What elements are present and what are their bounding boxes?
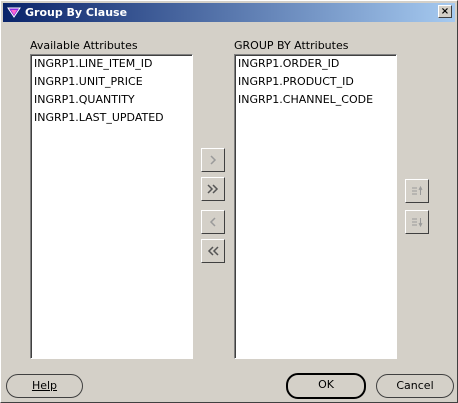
list-item[interactable]: INGRP1.CHANNEL_CODE	[235, 91, 396, 109]
dialog-window: Group By Clause × Available Attributes I…	[0, 0, 458, 403]
remove-selected-button[interactable]	[201, 210, 225, 234]
cancel-button-label: Cancel	[396, 379, 434, 392]
ok-button-label: OK	[318, 378, 334, 391]
chevron-right-icon	[210, 155, 217, 165]
help-button-label: Help	[31, 379, 58, 392]
move-up-button[interactable]	[405, 179, 429, 203]
available-attributes-list[interactable]: INGRP1.LINE_ITEM_ID INGRP1.UNIT_PRICE INGR…	[30, 54, 193, 359]
groupby-attributes-label: GROUP BY Attributes	[234, 39, 349, 52]
list-item[interactable]: INGRP1.UNIT_PRICE	[31, 73, 192, 91]
groupby-attributes-list[interactable]: INGRP1.ORDER_ID INGRP1.PRODUCT_ID INGRP1.C…	[234, 54, 397, 359]
list-item[interactable]: INGRP1.ORDER_ID	[235, 55, 396, 73]
move-up-icon	[412, 185, 423, 195]
list-item[interactable]: INGRP1.PRODUCT_ID	[235, 73, 396, 91]
list-item[interactable]: INGRP1.LINE_ITEM_ID	[31, 55, 192, 73]
double-chevron-right-icon	[207, 184, 219, 194]
app-icon	[7, 7, 21, 18]
close-icon: ×	[440, 6, 450, 17]
close-button[interactable]: ×	[438, 5, 452, 18]
move-all-button[interactable]	[201, 177, 225, 201]
cancel-button[interactable]: Cancel	[376, 374, 454, 398]
chevron-left-icon	[209, 217, 216, 227]
remove-all-button[interactable]	[201, 239, 225, 263]
title-bar: Group By Clause ×	[3, 3, 455, 22]
list-item[interactable]: INGRP1.QUANTITY	[31, 91, 192, 109]
move-down-button[interactable]	[405, 210, 429, 234]
move-selected-button[interactable]	[201, 148, 225, 172]
ok-button[interactable]: OK	[286, 373, 366, 399]
move-down-icon	[412, 218, 423, 228]
available-attributes-label: Available Attributes	[30, 39, 138, 52]
window-title: Group By Clause	[25, 6, 128, 19]
double-chevron-left-icon	[207, 246, 219, 256]
help-button[interactable]: Help	[6, 374, 83, 398]
list-item[interactable]: INGRP1.LAST_UPDATED	[31, 109, 192, 127]
